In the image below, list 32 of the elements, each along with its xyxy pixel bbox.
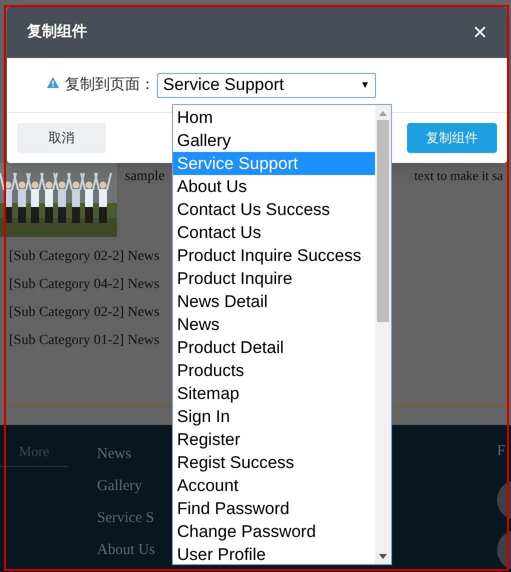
dropdown-option[interactable]: Gallery [173, 129, 375, 152]
dropdown-option[interactable]: Products [173, 359, 375, 382]
close-button[interactable]: × [472, 20, 487, 44]
dropdown-option[interactable]: About Us [173, 175, 375, 198]
scroll-down-icon[interactable] [379, 554, 387, 559]
scroll-up-icon[interactable] [379, 111, 387, 116]
dropdown-option[interactable]: Find Password [173, 497, 375, 520]
cancel-button[interactable]: 取消 [17, 123, 106, 153]
scroll-thumb[interactable] [377, 120, 389, 322]
dropdown-option[interactable]: Sitemap [173, 382, 375, 405]
dropdown-option[interactable]: Product Detail [173, 336, 375, 359]
dropdown-option[interactable]: Hom [173, 106, 375, 129]
page-select[interactable]: Service Support ▼ [157, 72, 376, 98]
warning-icon [47, 76, 59, 88]
dropdown-option[interactable]: User Profile [173, 543, 375, 564]
dropdown-option[interactable]: Contact Us Success [173, 198, 375, 221]
dropdown-option[interactable]: News [173, 313, 375, 336]
dropdown-option[interactable]: Regist Success [173, 451, 375, 474]
scrollbar[interactable] [375, 105, 391, 564]
body-text: sample [125, 168, 165, 186]
dropdown-option[interactable]: Contact Us [173, 221, 375, 244]
dropdown-option[interactable]: Account [173, 474, 375, 497]
dropdown-option[interactable]: Change Password [173, 520, 375, 543]
dropdown-option[interactable]: Sign In [173, 405, 375, 428]
dropdown-option[interactable]: Product Inquire Success [173, 244, 375, 267]
dropdown-option[interactable]: News Detail [173, 290, 375, 313]
dialog-title: 复制组件 [27, 22, 87, 42]
footer-heading: F [497, 442, 506, 460]
body-text: text to make it sa [414, 167, 503, 185]
field-label: 复制到页面： [65, 74, 155, 95]
dropdown-option[interactable]: Product Inquire [173, 267, 375, 290]
dropdown-option[interactable]: Register [173, 428, 375, 451]
